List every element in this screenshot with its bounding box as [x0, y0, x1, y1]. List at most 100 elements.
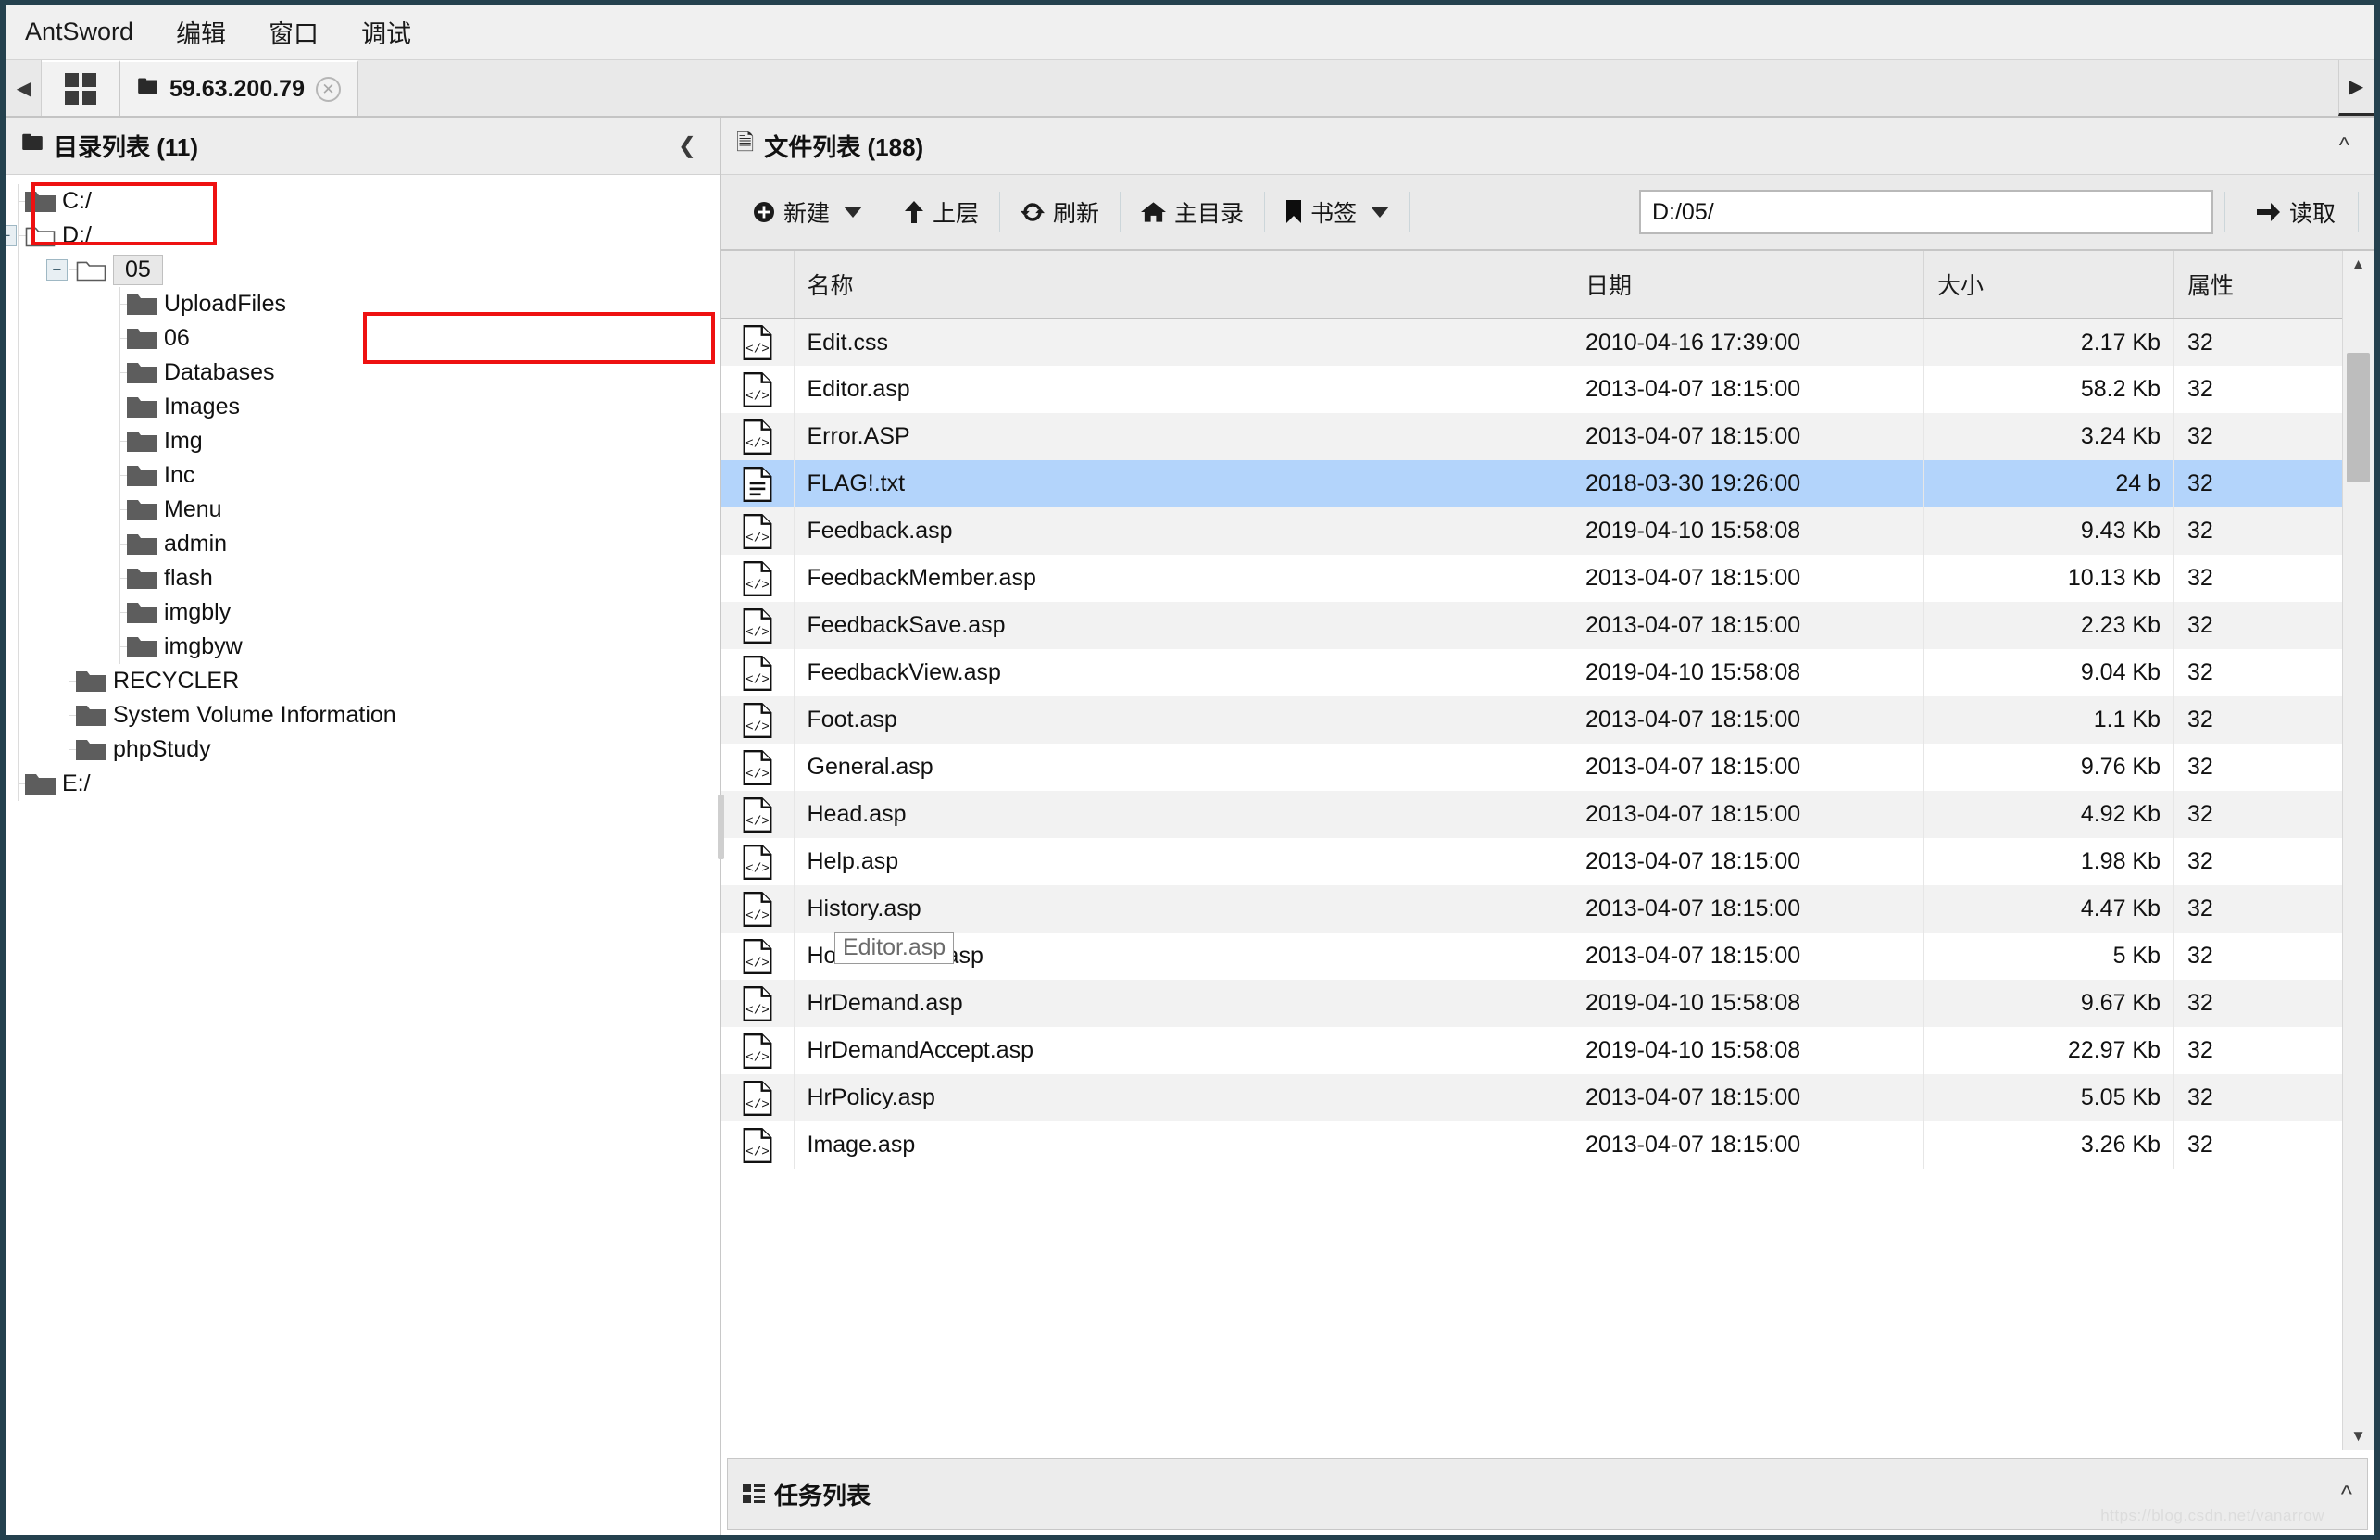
close-icon[interactable]: ✕ — [315, 76, 341, 102]
tree-item-phpstudy[interactable]: phpStudy — [6, 732, 720, 767]
table-row[interactable]: </>HomeMarket.asp2013-04-07 18:15:005 Kb… — [721, 933, 2374, 980]
table-row[interactable]: </> FeedbackMember.asp 2013-04-07 18:15:00… — [721, 555, 2374, 602]
scroll-up-icon[interactable]: ▲ — [2343, 251, 2374, 279]
tab-connection[interactable]: 🖿 59.63.200.79 ✕ — [120, 60, 358, 116]
chevron-up-icon[interactable]: ^ — [2341, 1480, 2352, 1509]
tab-scroll-right-icon[interactable]: ▶ — [2338, 60, 2374, 116]
tab-scroll-left-icon[interactable]: ◀ — [6, 60, 42, 116]
menu-item-debug[interactable]: 调试 — [356, 10, 417, 54]
file-size-cell: 58.2 Kb — [1923, 366, 2174, 413]
folder-icon — [127, 601, 157, 624]
task-list-bar[interactable]: 任务列表 ^ https://blog.csdn.net/vanarrow — [727, 1458, 2368, 1530]
tree-item-05[interactable]: − 05 — [6, 253, 720, 287]
file-name-cell: Feedback.asp — [794, 507, 1572, 555]
read-button[interactable]: 读取 — [2236, 188, 2356, 236]
file-date-cell: 2013-04-07 18:15:00 — [1572, 933, 1924, 980]
file-size-cell: 5.05 Kb — [1923, 1074, 2174, 1121]
tab-label: 59.63.200.79 — [169, 75, 305, 102]
file-list-scrollbar[interactable]: ▲ ▼ — [2342, 251, 2374, 1450]
file-date-cell: 2013-04-07 18:15:00 — [1572, 1121, 1924, 1169]
chevron-left-icon[interactable]: ❮ — [669, 132, 706, 159]
menu-item-edit[interactable]: 编辑 — [170, 10, 232, 54]
tree-item-imgbly[interactable]: imgbly — [6, 595, 720, 630]
tree-item-e[interactable]: E:/ — [6, 767, 720, 801]
tree-item-inc[interactable]: Inc — [6, 458, 720, 493]
code-file-icon: </> — [743, 371, 772, 407]
scroll-down-icon[interactable]: ▼ — [2343, 1422, 2374, 1450]
home-button[interactable]: 主目录 — [1122, 188, 1262, 236]
tree-item-recycler[interactable]: RECYCLER — [6, 664, 720, 698]
table-row[interactable]: </> Edit.css 2010-04-16 17:39:00 2.17 Kb 32 — [721, 319, 2374, 366]
table-row[interactable]: </> Editor.asp 2013-04-07 18:15:00 58.2 Kb 3… — [721, 366, 2374, 413]
bookmark-button[interactable]: 书签 — [1267, 188, 1408, 236]
new-button[interactable]: 新建 — [734, 188, 881, 236]
home-icon — [1141, 202, 1167, 222]
tree-item-imgbyw[interactable]: imgbyw — [6, 630, 720, 664]
table-row[interactable]: FLAG!.txt 2018-03-30 19:26:00 24 b 32 — [721, 460, 2374, 507]
tree-item-label: Inc — [164, 462, 195, 488]
tree-guide-line — [18, 458, 19, 493]
up-button[interactable]: 上层 — [885, 188, 997, 236]
table-row[interactable]: </> Image.asp 2013-04-07 18:15:00 3.26 Kb 32 — [721, 1121, 2374, 1169]
column-header-icon[interactable] — [721, 251, 795, 319]
column-header-size[interactable]: 大小 — [1923, 251, 2174, 319]
chevron-down-icon[interactable] — [1371, 207, 1390, 218]
tree-item-c[interactable]: C:/ — [6, 184, 720, 219]
file-name-cell: HrDemand.asp — [794, 980, 1572, 1027]
panel-splitter-handle[interactable] — [718, 794, 724, 859]
refresh-button[interactable]: 刷新 — [1002, 188, 1118, 236]
tree-item-flash[interactable]: flash — [6, 561, 720, 595]
table-row[interactable]: </> FeedbackSave.asp 2013-04-07 18:15:00 2.… — [721, 602, 2374, 649]
tree-item-label: C:/ — [62, 188, 92, 214]
table-row[interactable]: </> Head.asp 2013-04-07 18:15:00 4.92 Kb 32 — [721, 791, 2374, 838]
table-row[interactable]: </> HrPolicy.asp 2013-04-07 18:15:00 5.05 K… — [721, 1074, 2374, 1121]
tree-toggle-icon[interactable]: − — [46, 259, 68, 281]
path-input[interactable] — [1638, 190, 2213, 234]
file-date-cell: 2013-04-07 18:15:00 — [1572, 885, 1924, 933]
table-row[interactable]: </> Feedback.asp 2019-04-10 15:58:08 9.43 K… — [721, 507, 2374, 555]
chevron-up-icon[interactable]: ^ — [2330, 133, 2359, 159]
svg-text:</>: </> — [745, 956, 770, 970]
tree-item-uploadfiles[interactable]: UploadFiles — [6, 287, 720, 321]
tree-toggle-icon[interactable]: − — [6, 225, 17, 246]
file-date-cell: 2010-04-16 17:39:00 — [1572, 319, 1924, 366]
tree-item-images[interactable]: Images — [6, 390, 720, 424]
tree-item-d[interactable]: − D:/ — [6, 219, 720, 253]
table-row[interactable]: </> HrDemandAccept.asp 2019-04-10 15:58:08… — [721, 1027, 2374, 1074]
table-row[interactable]: </> General.asp 2013-04-07 18:15:00 9.76 Kb… — [721, 744, 2374, 791]
menu-item-antsword[interactable]: AntSword — [19, 14, 139, 50]
file-type-icon-cell: </> — [721, 696, 795, 744]
column-header-name[interactable]: 名称 — [794, 251, 1572, 319]
directory-tree[interactable]: C:/ − D:/ − 05UploadFiles 06 Databases Images Im… — [6, 175, 720, 1535]
scrollbar-thumb[interactable] — [2347, 353, 2370, 482]
file-date-cell: 2019-04-10 15:58:08 — [1572, 1027, 1924, 1074]
tree-item-system-volume-information[interactable]: System Volume Information — [6, 698, 720, 732]
tree-guide-line — [18, 561, 19, 595]
tree-item-img[interactable]: Img — [6, 424, 720, 458]
file-type-icon-cell: </> — [721, 744, 795, 791]
tree-item-databases[interactable]: Databases — [6, 356, 720, 390]
code-file-icon: </> — [743, 702, 772, 738]
table-row[interactable]: </> Error.ASP 2013-04-07 18:15:00 3.24 Kb 32 — [721, 413, 2374, 460]
directory-panel-header: 🖿 目录列表 (11) ❮ — [6, 118, 720, 175]
table-row[interactable]: </> FeedbackView.asp 2019-04-10 15:58:08 9.… — [721, 649, 2374, 696]
file-date-cell: 2018-03-30 19:26:00 — [1572, 460, 1924, 507]
menu-item-window[interactable]: 窗口 — [263, 10, 324, 54]
svg-text:</>: </> — [745, 720, 770, 734]
chevron-down-icon[interactable] — [844, 207, 863, 218]
file-type-icon-cell: </> — [721, 555, 795, 602]
file-size-cell: 3.26 Kb — [1923, 1121, 2174, 1169]
table-row[interactable]: </> HrDemand.asp 2019-04-10 15:58:08 9.67 K… — [721, 980, 2374, 1027]
folder-open-icon — [25, 224, 56, 247]
table-row[interactable]: </> History.asp 2013-04-07 18:15:00 4.47 Kb… — [721, 885, 2374, 933]
tree-item-admin[interactable]: admin — [6, 527, 720, 561]
table-row[interactable]: </> Help.asp 2013-04-07 18:15:00 1.98 Kb 32 — [721, 838, 2374, 885]
svg-text:</>: </> — [745, 861, 770, 876]
tree-item-06[interactable]: 06 — [6, 321, 720, 356]
tab-home-grid-button[interactable] — [42, 60, 120, 116]
tree-item-label: System Volume Information — [113, 702, 396, 728]
table-row[interactable]: </> Foot.asp 2013-04-07 18:15:00 1.1 Kb 32 — [721, 696, 2374, 744]
column-header-date[interactable]: 日期 — [1572, 251, 1924, 319]
svg-text:</>: </> — [745, 436, 770, 451]
tree-item-menu[interactable]: Menu — [6, 493, 720, 527]
